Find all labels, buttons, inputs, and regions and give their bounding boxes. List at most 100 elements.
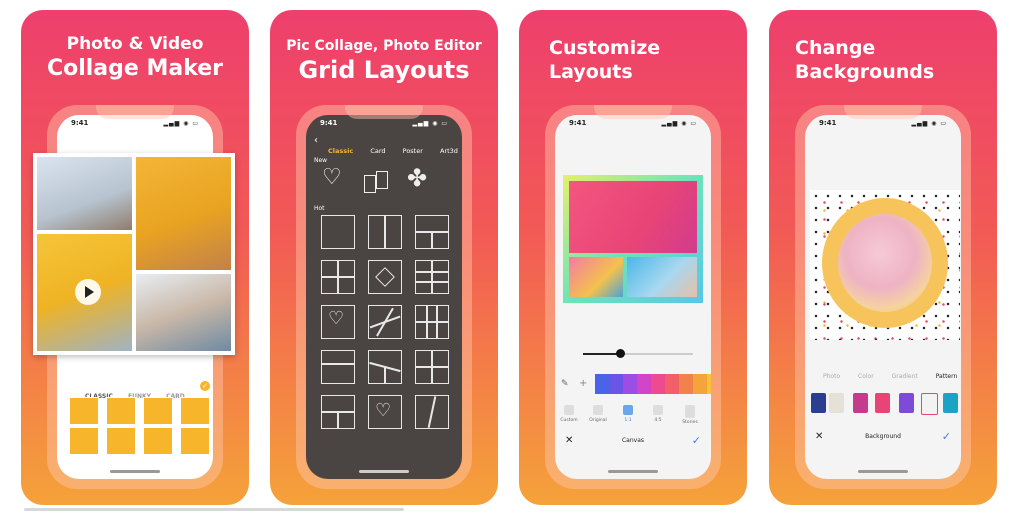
- tab-color[interactable]: Color: [858, 373, 874, 380]
- rectangles-layout[interactable]: [364, 171, 390, 193]
- collage-photo-girl-blue: [627, 257, 697, 297]
- grid-layout-tile[interactable]: [321, 215, 355, 249]
- eyedropper-icon[interactable]: ✎: [561, 379, 569, 389]
- category-tabs: Classic Card Poster Art3d 3D: [328, 138, 462, 157]
- status-icons: ▂▄▆ ◉ ▭: [661, 120, 697, 127]
- pattern-thumb-selected[interactable]: [921, 393, 938, 415]
- grid-layout-tile[interactable]: [415, 215, 449, 249]
- phone-notch: [594, 105, 672, 119]
- layout-tile[interactable]: [106, 397, 136, 425]
- tab-pattern[interactable]: Pattern: [936, 373, 958, 380]
- grid-layout-tile[interactable]: [368, 305, 402, 339]
- slider-thumb[interactable]: [616, 349, 625, 358]
- status-time: 9:41: [819, 119, 837, 127]
- color-swatch[interactable]: [707, 374, 711, 394]
- layout-tile[interactable]: [180, 427, 210, 455]
- color-swatch[interactable]: [679, 374, 693, 394]
- caption-line2: Collage Maker: [46, 56, 224, 81]
- back-icon[interactable]: ‹: [314, 135, 318, 146]
- phone-frame: 9:41 ▂▄▆ ◉ ▭ ‹ Classic Card Poster Art3d…: [296, 105, 472, 489]
- grid-layout-tile[interactable]: [368, 350, 402, 384]
- phone-screen: 9:41 ▂▄▆ ◉ ▭ ✎ + Custom Original 1:1 4:5…: [555, 115, 711, 479]
- pattern-thumb[interactable]: [943, 393, 958, 413]
- tab-poster[interactable]: Poster: [403, 147, 423, 155]
- layout-tile[interactable]: [143, 397, 173, 425]
- pattern-background-canvas: [810, 190, 960, 340]
- layout-tile[interactable]: [106, 427, 136, 455]
- pattern-thumb[interactable]: [811, 393, 826, 413]
- color-swatch[interactable]: [637, 374, 651, 394]
- heart-icon[interactable]: ♡: [322, 167, 342, 189]
- canvas-title: Canvas: [621, 437, 645, 444]
- collage-photo-flowers: [569, 257, 623, 297]
- checkmark-icon[interactable]: ✓: [692, 434, 701, 447]
- portrait-ratio-label: 4:5: [654, 418, 662, 423]
- phone-frame: 9:41 ▂▄▆ ◉ ▭ Photo Color Gradient Patter…: [795, 105, 971, 489]
- custom-ratio-icon[interactable]: [564, 405, 574, 415]
- phone-screen: 9:41 ▂▄▆ ◉ ▭ Photo Color Gradient Patter…: [805, 115, 961, 479]
- tab-gradient[interactable]: Gradient: [892, 373, 918, 380]
- collage-preview: [33, 153, 235, 355]
- phone-screen: 9:41 ▂▄▆ ◉ ▭ ‹ Classic Card Poster Art3d…: [306, 115, 462, 479]
- original-ratio-icon[interactable]: [593, 405, 603, 415]
- grid-layout-tile[interactable]: [321, 395, 355, 429]
- check-icon[interactable]: ✓: [200, 381, 210, 391]
- grid-layout-tile[interactable]: [415, 395, 449, 429]
- home-indicator: [608, 470, 658, 473]
- bottom-scrollbar[interactable]: [24, 508, 404, 511]
- status-icons: ▂▄▆ ◉ ▭: [911, 120, 947, 127]
- card-caption: Customize Layouts: [549, 37, 747, 83]
- grid-layout-tile[interactable]: [415, 305, 449, 339]
- card-caption: Change Backgrounds: [795, 37, 997, 83]
- border-slider[interactable]: [583, 349, 693, 358]
- phone-notch: [345, 105, 423, 119]
- color-swatch[interactable]: [623, 374, 637, 394]
- color-swatch-row: [595, 374, 711, 394]
- caption-line2: Backgrounds: [795, 61, 935, 83]
- tab-classic[interactable]: Classic: [328, 147, 353, 155]
- status-time: 9:41: [569, 119, 587, 127]
- pattern-thumb[interactable]: [899, 393, 914, 413]
- home-indicator: [110, 470, 160, 473]
- portrait-ratio-icon[interactable]: [653, 405, 663, 415]
- pattern-thumb[interactable]: [853, 393, 868, 413]
- grid-layout-tile[interactable]: [415, 260, 449, 294]
- color-swatch[interactable]: [595, 374, 609, 394]
- tab-card[interactable]: Card: [370, 147, 385, 155]
- card-caption: Pic Collage, Photo Editor Grid Layouts: [270, 38, 498, 84]
- tab-art3d[interactable]: Art3d: [440, 147, 458, 155]
- pattern-thumb[interactable]: [875, 393, 890, 413]
- layout-tile[interactable]: [180, 397, 210, 425]
- pattern-thumb[interactable]: [829, 393, 844, 413]
- layout-tile[interactable]: [69, 397, 99, 425]
- grid-layout-tile[interactable]: [368, 215, 402, 249]
- grid-layout-tile[interactable]: [321, 350, 355, 384]
- home-indicator: [359, 470, 409, 473]
- caption-line1: Pic Collage, Photo Editor: [286, 38, 482, 54]
- clover-layout[interactable]: ✤: [407, 166, 427, 190]
- phone-notch: [844, 105, 922, 119]
- play-icon[interactable]: [75, 279, 101, 305]
- square-ratio-icon[interactable]: [623, 405, 633, 415]
- layout-tile[interactable]: [69, 427, 99, 455]
- background-title: Background: [865, 433, 901, 440]
- tab-photo[interactable]: Photo: [823, 373, 840, 380]
- screenshot-card-grid-layouts: Pic Collage, Photo Editor Grid Layouts 9…: [270, 10, 498, 505]
- stories-ratio-icon[interactable]: [685, 405, 695, 418]
- color-swatch[interactable]: [609, 374, 623, 394]
- checkmark-icon[interactable]: ✓: [942, 430, 951, 443]
- color-swatch[interactable]: [665, 374, 679, 394]
- grid-layout-tile[interactable]: ♡: [321, 305, 355, 339]
- grid-layout-tile[interactable]: [415, 350, 449, 384]
- color-swatch[interactable]: [651, 374, 665, 394]
- layout-tile[interactable]: [143, 427, 173, 455]
- grid-layout-tile[interactable]: ♡: [368, 395, 402, 429]
- add-color-icon[interactable]: +: [579, 378, 587, 389]
- phone-frame: 9:41 ▂▄▆ ◉ ▭ ✎ + Custom Original 1:1 4:5…: [545, 105, 721, 489]
- phone-notch: [96, 105, 174, 119]
- grid-layout-tile[interactable]: [368, 260, 402, 294]
- caption-line1: Change: [795, 37, 876, 59]
- color-swatch[interactable]: [693, 374, 707, 394]
- grid-layout-tile[interactable]: [321, 260, 355, 294]
- screenshot-card-change-backgrounds: Change Backgrounds 9:41 ▂▄▆ ◉ ▭ Photo Co…: [769, 10, 997, 505]
